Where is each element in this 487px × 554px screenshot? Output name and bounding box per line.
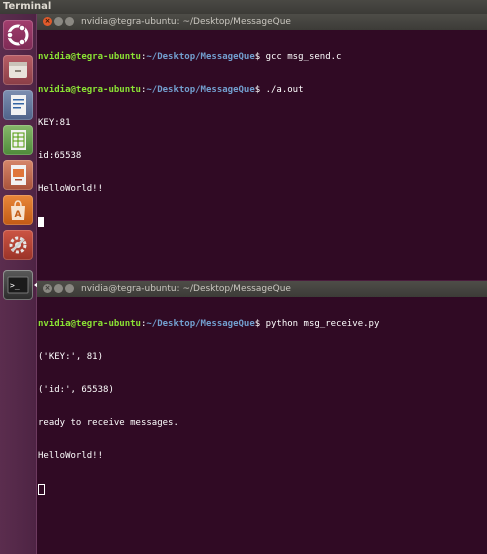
output-line: id:65538: [38, 151, 82, 161]
spreadsheet-icon: [11, 130, 26, 150]
output-line: ('id:', 65538): [38, 385, 114, 395]
terminal-titlebar: × nvidia@tegra-ubuntu: ~/Desktop/Message…: [37, 14, 487, 30]
file-cabinet-icon: [9, 62, 27, 78]
gear-wrench-icon: [9, 236, 27, 254]
terminal-output[interactable]: nvidia@tegra-ubuntu:~/Desktop/MessageQue…: [38, 30, 341, 250]
launcher-writer[interactable]: [3, 90, 33, 120]
document-icon: [11, 95, 26, 115]
close-button[interactable]: ×: [43, 17, 52, 26]
window-title: nvidia@tegra-ubuntu: ~/Desktop/MessageQu…: [81, 17, 291, 27]
launcher-files[interactable]: [3, 55, 33, 85]
minimize-button[interactable]: [54, 284, 63, 293]
output-line: HelloWorld!!: [38, 451, 104, 461]
maximize-button[interactable]: [65, 17, 74, 26]
prompt-path: ~/Desktop/MessageQue: [146, 52, 255, 62]
command-line: nvidia@tegra-ubuntu:~/Desktop/MessageQue…: [38, 52, 341, 63]
unity-launcher: A >_: [0, 14, 38, 554]
prompt-symbol: $: [254, 52, 266, 62]
maximize-button[interactable]: [65, 284, 74, 293]
svg-text:>_: >_: [10, 281, 20, 290]
ubuntu-logo-icon: [6, 24, 29, 46]
output-line: ready to receive messages.: [38, 418, 179, 428]
prompt-symbol: $: [254, 85, 266, 95]
output-line: HelloWorld!!: [38, 184, 104, 194]
top-panel: Terminal: [0, 0, 487, 14]
svg-text:A: A: [15, 210, 22, 220]
prompt-symbol: $: [254, 319, 266, 329]
command-text: ./a.out: [265, 85, 304, 95]
prompt-user: nvidia@tegra-ubuntu: [38, 52, 141, 62]
launcher-calc[interactable]: [3, 125, 33, 155]
minimize-button[interactable]: [54, 17, 63, 26]
terminal-titlebar: × nvidia@tegra-ubuntu: ~/Desktop/Message…: [37, 281, 487, 297]
output-line: ('KEY:', 81): [38, 352, 104, 362]
prompt-path: ~/Desktop/MessageQue: [146, 85, 255, 95]
prompt-user: nvidia@tegra-ubuntu: [38, 319, 141, 329]
prompt-user: nvidia@tegra-ubuntu: [38, 85, 141, 95]
command-text: gcc msg_send.c: [265, 52, 342, 62]
launcher-system-settings[interactable]: [3, 230, 33, 260]
launcher-software-center[interactable]: A: [3, 195, 33, 225]
launcher-impress[interactable]: [3, 160, 33, 190]
shopping-bag-icon: A: [11, 200, 25, 220]
command-text: python msg_receive.py: [265, 319, 380, 329]
window-title: nvidia@tegra-ubuntu: ~/Desktop/MessageQu…: [81, 284, 291, 294]
launcher-terminal[interactable]: >_: [3, 270, 33, 300]
text-cursor: [38, 217, 44, 227]
text-cursor: [38, 484, 45, 495]
terminal-window-receive[interactable]: × nvidia@tegra-ubuntu: ~/Desktop/Message…: [37, 281, 487, 554]
active-app-title: Terminal: [3, 1, 52, 12]
prompt-path: ~/Desktop/MessageQue: [146, 319, 255, 329]
command-line: nvidia@tegra-ubuntu:~/Desktop/MessageQue…: [38, 85, 341, 96]
command-line: nvidia@tegra-ubuntu:~/Desktop/MessageQue…: [38, 319, 379, 330]
presentation-icon: [11, 165, 26, 185]
terminal-output[interactable]: nvidia@tegra-ubuntu:~/Desktop/MessageQue…: [38, 297, 379, 517]
output-line: KEY:81: [38, 118, 71, 128]
close-button[interactable]: ×: [43, 284, 52, 293]
terminal-window-send[interactable]: × nvidia@tegra-ubuntu: ~/Desktop/Message…: [37, 14, 487, 280]
terminal-icon: >_: [7, 276, 29, 294]
launcher-dash[interactable]: [3, 20, 33, 50]
